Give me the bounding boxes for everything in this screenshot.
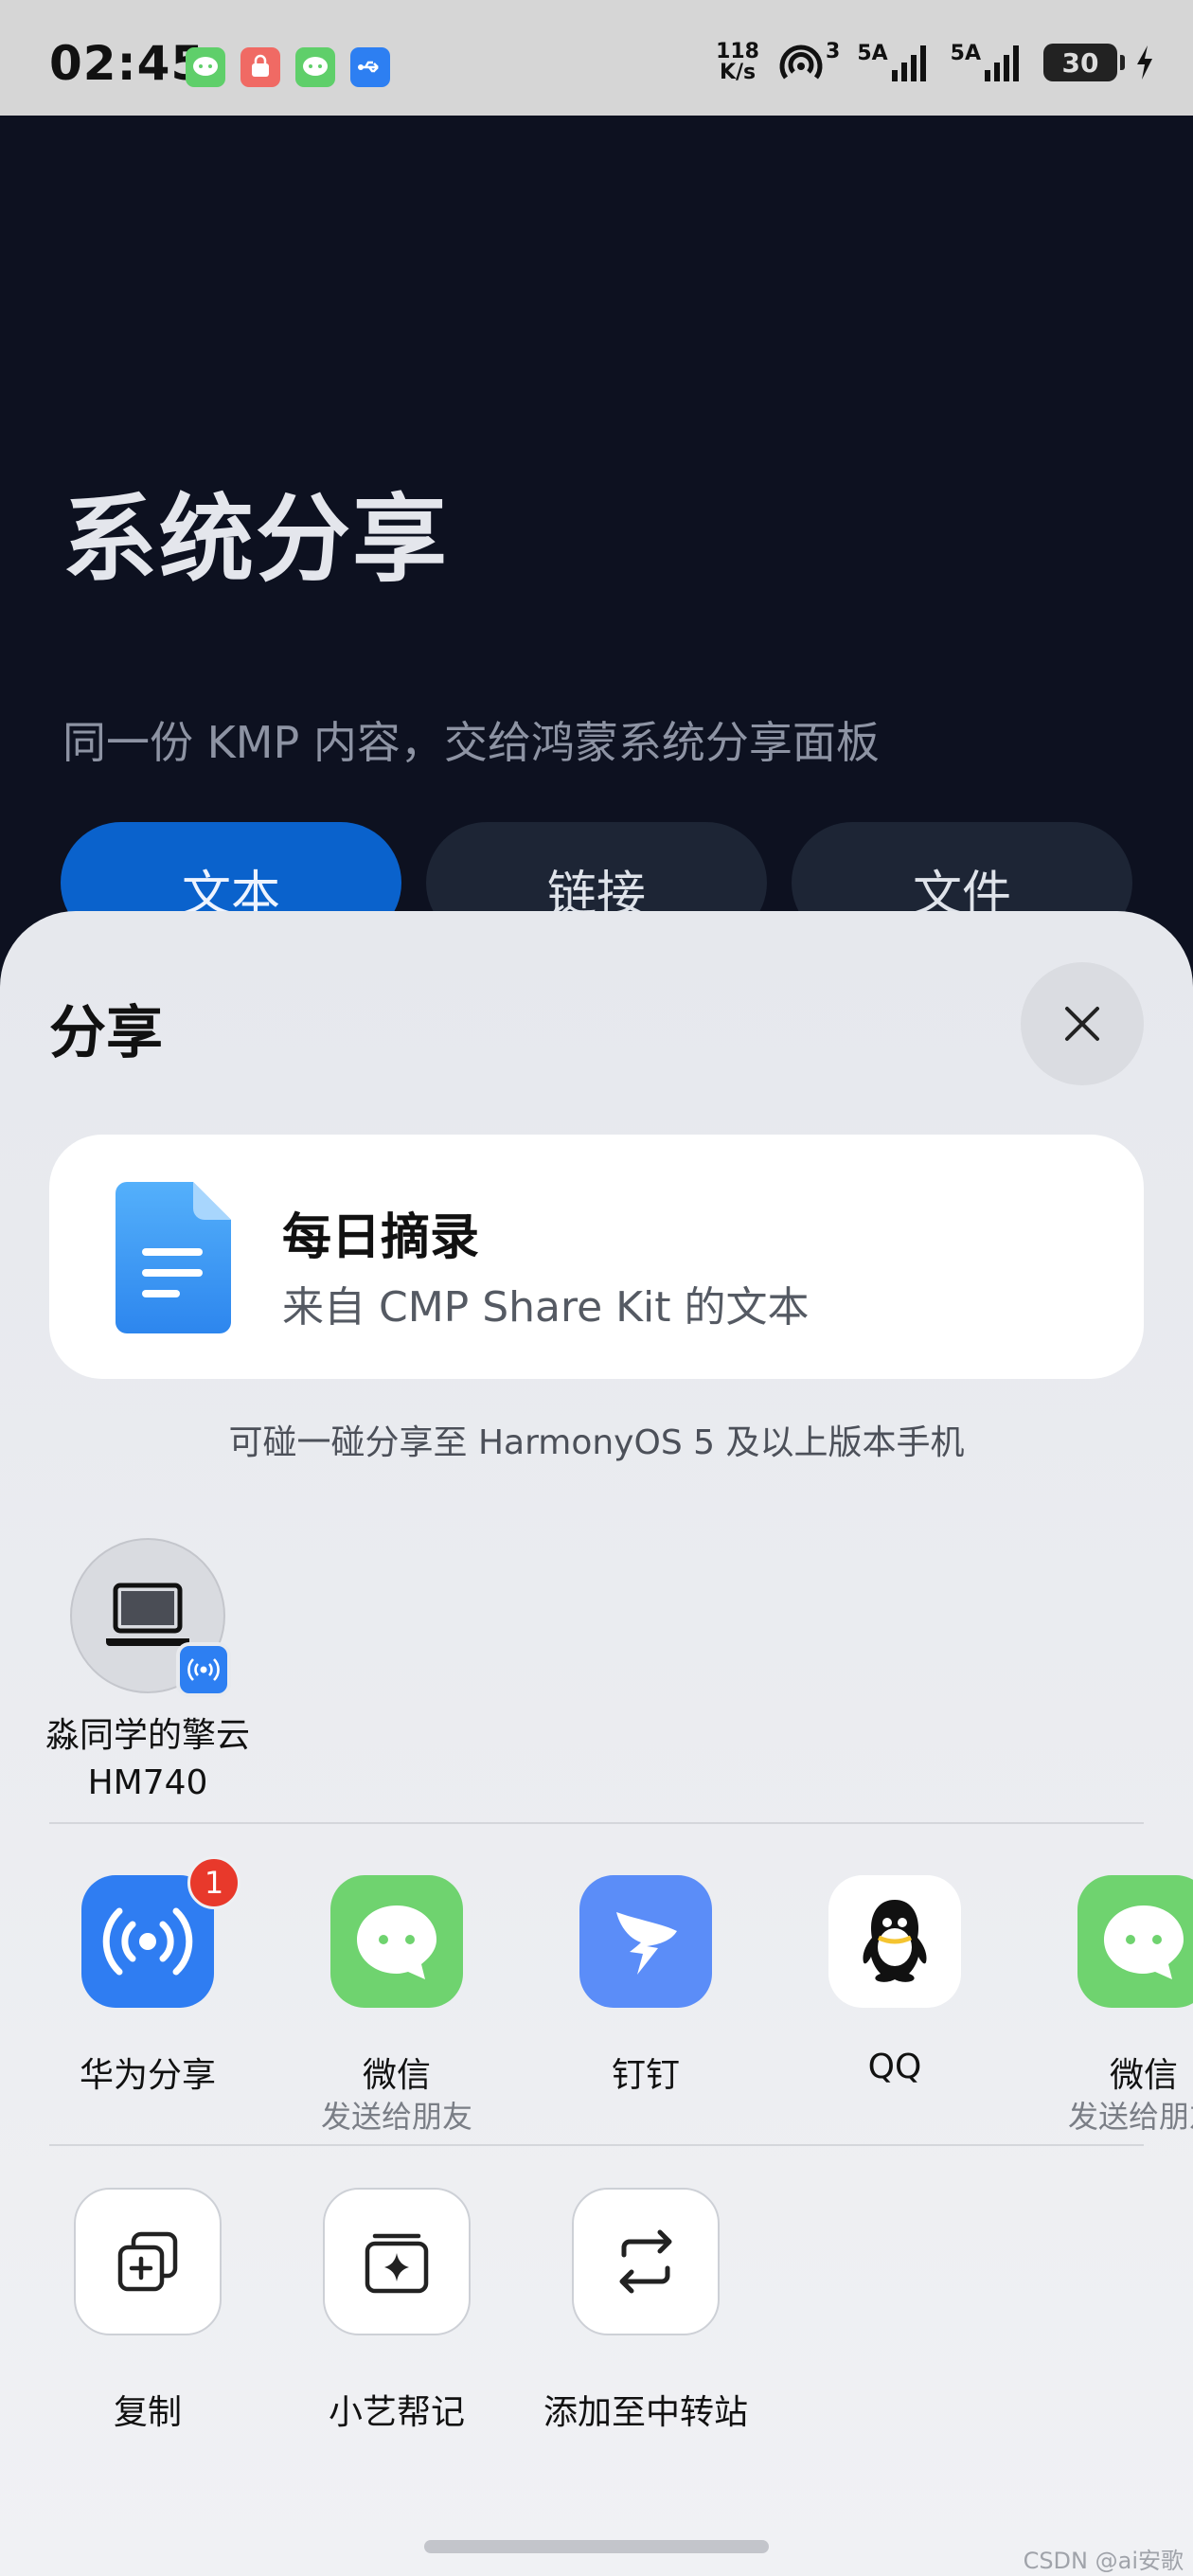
- network-speed-value: 118: [716, 40, 759, 63]
- notification-badge: 1: [187, 1856, 240, 1909]
- sim1-signal: 5A: [857, 44, 933, 81]
- hotspot-icon: [779, 45, 823, 80]
- wechat-icon: [330, 1875, 463, 2008]
- preview-subtitle: 来自 CMP Share Kit 的文本: [282, 1283, 810, 1332]
- signal-bars-icon: [891, 45, 926, 81]
- app-sublabel: 发送给朋友: [1067, 2099, 1193, 2135]
- page-subtitle: 同一份 KMP 内容，交给鸿蒙系统分享面板: [62, 717, 880, 768]
- sim2-signal: 5A: [951, 44, 1026, 81]
- divider: [49, 1822, 1144, 1824]
- network-speed-unit: K/s: [719, 61, 757, 84]
- app-label: 微信: [1109, 2056, 1178, 2095]
- divider: [49, 2144, 1144, 2146]
- signal-bars-icon-2: [985, 45, 1019, 81]
- app-label: 钉钉: [611, 2056, 680, 2095]
- device-name: 淼同学的擎云 HM740: [38, 1712, 258, 1807]
- dingtalk-icon: [579, 1875, 712, 2008]
- preview-title: 每日摘录: [282, 1209, 480, 1266]
- home-indicator[interactable]: [424, 2540, 769, 2553]
- xiaoyi-note-icon: [323, 2188, 471, 2335]
- action-label: 小艺帮记: [328, 2393, 465, 2432]
- action-label: 添加至中转站: [543, 2393, 748, 2432]
- app-sublabel: 发送给朋友: [320, 2099, 472, 2135]
- wechat-notification-icon: [186, 47, 225, 87]
- qq-icon: [828, 1875, 961, 2008]
- shopping-notification-icon: [240, 47, 280, 87]
- hotspot-indicator: 3: [776, 42, 840, 83]
- huawei-share-badge-icon: [176, 1642, 231, 1697]
- share-sheet: 分享 每日摘录 来自 CMP Share Kit 的文本 可碰一碰分享至 Har…: [0, 911, 1193, 2576]
- charging-icon: [1137, 45, 1152, 80]
- action-label: 复制: [113, 2393, 182, 2432]
- transfer-station-icon: [572, 2188, 720, 2335]
- battery-level: 30: [1061, 46, 1099, 79]
- hotspot-count: 3: [826, 40, 841, 63]
- app-label: 华为分享: [79, 2056, 216, 2095]
- share-preview-card: 每日摘录 来自 CMP Share Kit 的文本: [49, 1135, 1144, 1379]
- app-label: 微信: [362, 2056, 431, 2095]
- close-icon: [1065, 1007, 1099, 1041]
- status-time: 02:45: [49, 36, 205, 91]
- network-speed: 118 K/s: [716, 42, 759, 83]
- close-button[interactable]: [1021, 962, 1144, 1085]
- status-bar: 02:45 118 K/s 3 5A 5A 30: [0, 0, 1193, 116]
- watermark: CSDN @ai安歌: [1023, 2548, 1184, 2574]
- share-sheet-title: 分享: [49, 1000, 163, 1066]
- device-name-line1: 淼同学的擎云: [45, 1716, 250, 1755]
- usb-icon: [350, 47, 390, 87]
- notification-icons: [186, 47, 390, 87]
- page-title: 系统分享: [62, 484, 449, 595]
- wechat-icon: [1077, 1875, 1193, 2008]
- copy-icon: [74, 2188, 222, 2335]
- app-label: QQ: [867, 2048, 922, 2086]
- nfc-share-hint: 可碰一碰分享至 HarmonyOS 5 及以上版本手机: [228, 1423, 965, 1462]
- battery-indicator: 30: [1043, 44, 1125, 81]
- laptop-icon: [106, 1583, 189, 1646]
- status-indicators: 118 K/s 3 5A 5A 30: [716, 42, 1155, 83]
- document-icon: [116, 1182, 231, 1337]
- device-name-line2: HM740: [87, 1763, 208, 1802]
- sim1-label: 5A: [857, 42, 888, 65]
- wechat-notification-icon-2: [295, 47, 335, 87]
- sim2-label: 5A: [950, 42, 981, 65]
